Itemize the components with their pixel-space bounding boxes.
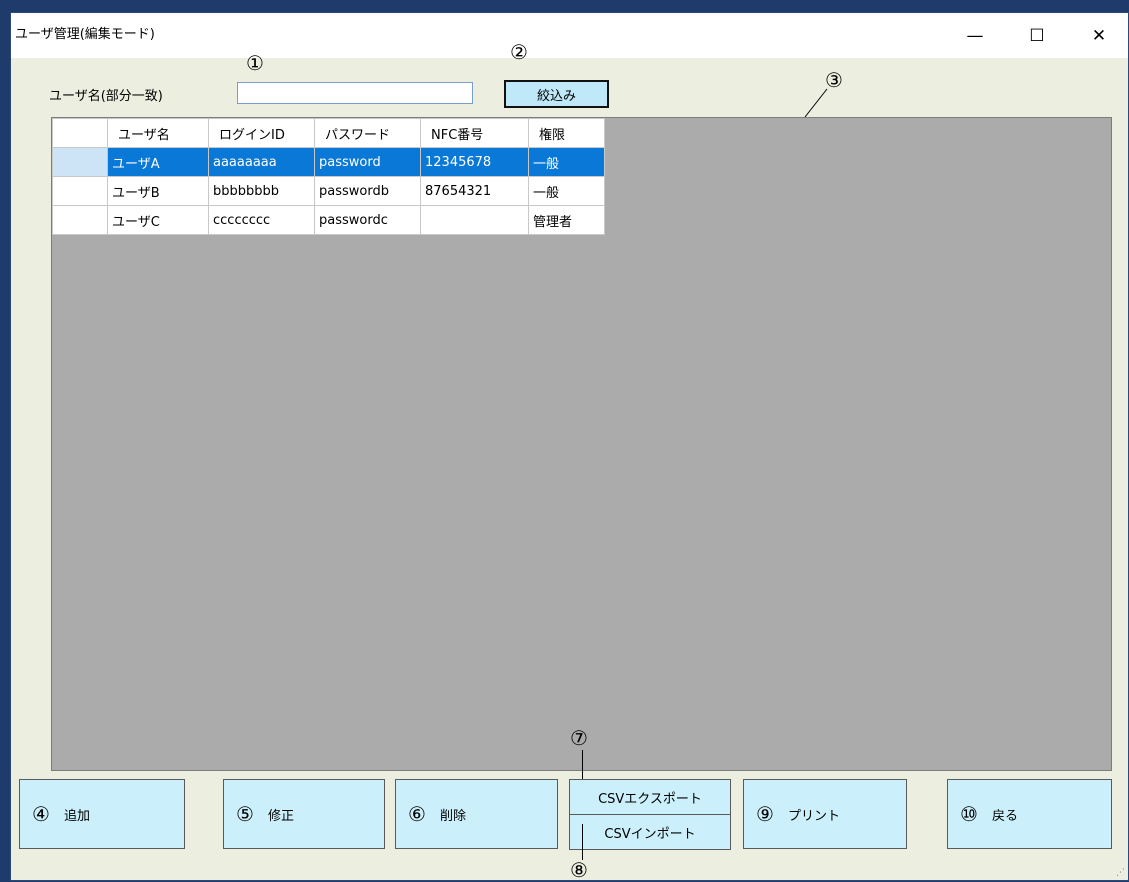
column-header-role[interactable]: 権限 (528, 118, 605, 148)
annotation-1: ① (246, 51, 264, 75)
filter-label: ユーザ名(部分一致) (49, 89, 163, 104)
print-button[interactable]: ⑨ プリント (743, 779, 907, 849)
annotation-4: ④ (32, 802, 50, 826)
minimize-button[interactable]: — (945, 13, 1005, 58)
cell-role[interactable]: 一般 (528, 176, 605, 206)
column-header-rowselect[interactable] (52, 118, 108, 148)
annotation-8-leader (582, 824, 583, 860)
annotation-5: ⑤ (236, 802, 254, 826)
annotation-3-leader (804, 88, 828, 118)
cell-nfc[interactable] (420, 205, 529, 235)
table-row[interactable]: ユーザB bbbbbbbb passwordb 87654321 一般 (52, 176, 605, 206)
user-table: ユーザ名 ログインID パスワード NFC番号 権限 ユーザA aaaaaaaa… (52, 118, 605, 235)
csv-import-button[interactable]: CSVインポート (569, 814, 731, 850)
title-bar: ユーザ管理(編集モード) — ☐ ✕ (11, 13, 1128, 58)
column-header-username[interactable]: ユーザ名 (107, 118, 209, 148)
column-header-loginid[interactable]: ログインID (208, 118, 315, 148)
app-window: ユーザ管理(編集モード) — ☐ ✕ ① ② ③ ユーザ名(部分一致) 絞込み … (10, 12, 1129, 882)
delete-button-label: 削除 (439, 808, 466, 824)
filter-button[interactable]: 絞込み (504, 80, 609, 108)
cell-username[interactable]: ユーザB (107, 176, 209, 206)
cell-nfc[interactable]: 12345678 (420, 147, 529, 177)
cell-loginid[interactable]: aaaaaaaa (208, 147, 315, 177)
cell-loginid[interactable]: cccccccc (208, 205, 315, 235)
resize-grip-icon[interactable]: ⋰ (1116, 868, 1126, 878)
user-grid[interactable]: ユーザ名 ログインID パスワード NFC番号 権限 ユーザA aaaaaaaa… (51, 117, 1112, 771)
cell-password[interactable]: passwordc (314, 205, 421, 235)
annotation-2: ② (510, 40, 528, 64)
row-header-cell[interactable] (52, 205, 108, 235)
annotation-7: ⑦ (570, 726, 588, 750)
annotation-6: ⑥ (408, 802, 426, 826)
maximize-button[interactable]: ☐ (1007, 13, 1067, 58)
table-header-row: ユーザ名 ログインID パスワード NFC番号 権限 (52, 118, 605, 148)
add-button-label: 追加 (63, 808, 90, 824)
cell-password[interactable]: passwordb (314, 176, 421, 206)
annotation-10: ⑩ (960, 802, 978, 826)
row-header-cell[interactable] (52, 147, 108, 177)
row-header-cell[interactable] (52, 176, 108, 206)
column-header-password[interactable]: パスワード (314, 118, 421, 148)
csv-export-button[interactable]: CSVエクスポート (569, 779, 731, 815)
delete-button[interactable]: ⑥ 削除 (395, 779, 558, 849)
column-header-nfc[interactable]: NFC番号 (420, 118, 529, 148)
window-title: ユーザ管理(編集モード) (15, 27, 155, 42)
annotation-9: ⑨ (756, 802, 774, 826)
edit-button-label: 修正 (267, 808, 294, 824)
print-button-label: プリント (787, 808, 840, 824)
annotation-8: ⑧ (570, 858, 588, 882)
cell-role[interactable]: 管理者 (528, 205, 605, 235)
username-search-input[interactable] (237, 82, 473, 104)
cell-loginid[interactable]: bbbbbbbb (208, 176, 315, 206)
table-row[interactable]: ユーザC cccccccc passwordc 管理者 (52, 205, 605, 235)
cell-role[interactable]: 一般 (528, 147, 605, 177)
cell-password[interactable]: password (314, 147, 421, 177)
add-button[interactable]: ④ 追加 (19, 779, 185, 849)
cell-username[interactable]: ユーザA (107, 147, 209, 177)
table-row[interactable]: ユーザA aaaaaaaa password 12345678 一般 (52, 147, 605, 177)
cell-nfc[interactable]: 87654321 (420, 176, 529, 206)
back-button[interactable]: ⑩ 戻る (947, 779, 1112, 849)
cell-username[interactable]: ユーザC (107, 205, 209, 235)
close-button[interactable]: ✕ (1069, 13, 1129, 58)
back-button-label: 戻る (991, 808, 1018, 824)
edit-button[interactable]: ⑤ 修正 (223, 779, 385, 849)
